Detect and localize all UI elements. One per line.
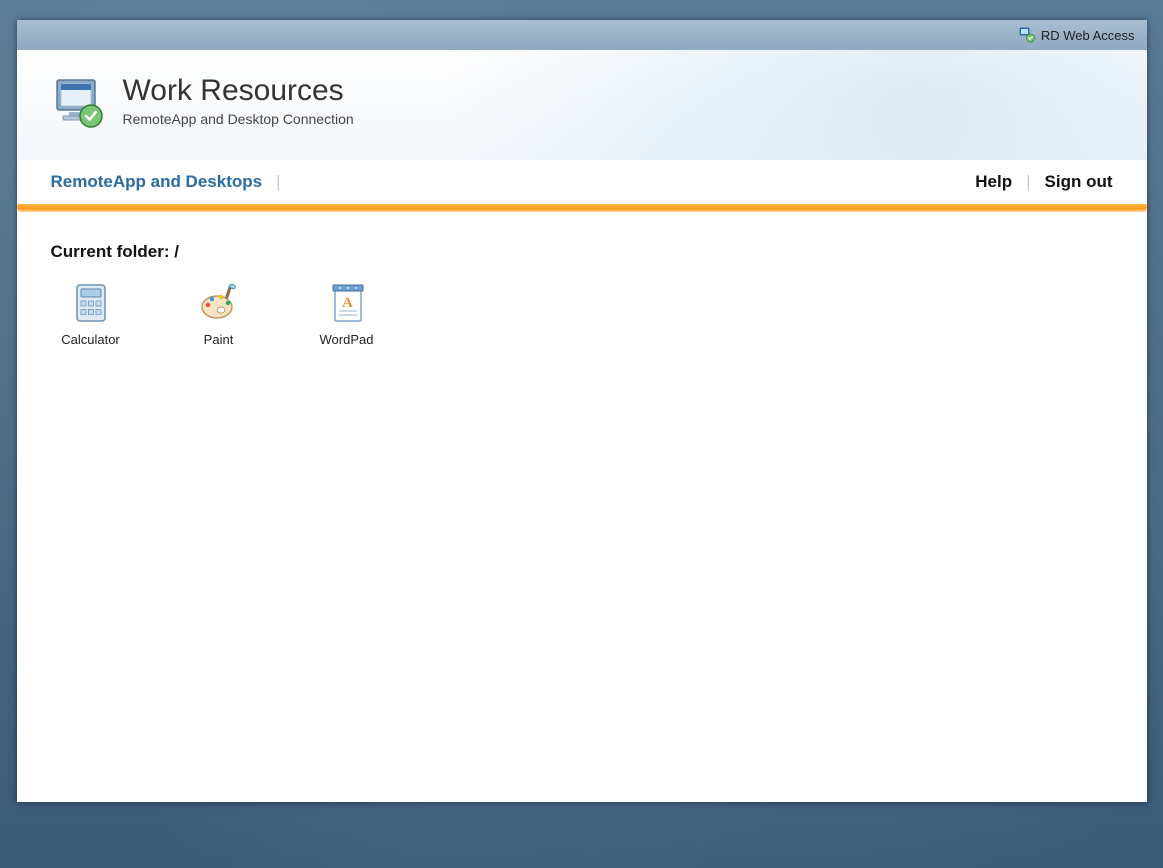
navbar: RemoteApp and Desktops | Help | Sign out <box>17 160 1147 204</box>
current-folder-label: Current folder: / <box>51 242 1113 262</box>
top-bar-label: RD Web Access <box>1041 28 1135 43</box>
app-paint[interactable]: Paint <box>179 282 259 347</box>
app-label: WordPad <box>320 332 374 347</box>
work-resources-icon <box>51 76 109 130</box>
paint-icon <box>198 282 240 324</box>
nav-separator: | <box>1026 172 1030 192</box>
page-subtitle: RemoteApp and Desktop Connection <box>123 111 354 127</box>
svg-text:A: A <box>342 295 353 311</box>
accent-divider <box>17 204 1147 212</box>
app-label: Paint <box>204 332 234 347</box>
nav-separator: | <box>276 172 280 192</box>
calculator-icon <box>70 282 112 324</box>
app-wordpad[interactable]: A WordPad <box>307 282 387 347</box>
sign-out-link[interactable]: Sign out <box>1045 172 1113 192</box>
app-label: Calculator <box>61 332 120 347</box>
top-bar: RD Web Access <box>17 20 1147 50</box>
app-calculator[interactable]: Calculator <box>51 282 131 347</box>
header: Work Resources RemoteApp and Desktop Con… <box>17 50 1147 160</box>
content-area: Current folder: / Calculator <box>17 212 1147 802</box>
page-title: Work Resources <box>123 74 354 107</box>
app-list: Calculator Paint <box>51 282 1113 347</box>
wordpad-icon: A <box>326 282 368 324</box>
help-link[interactable]: Help <box>975 172 1012 192</box>
tab-remoteapp-and-desktops[interactable]: RemoteApp and Desktops <box>51 172 263 192</box>
rd-web-access-icon <box>1019 27 1035 43</box>
